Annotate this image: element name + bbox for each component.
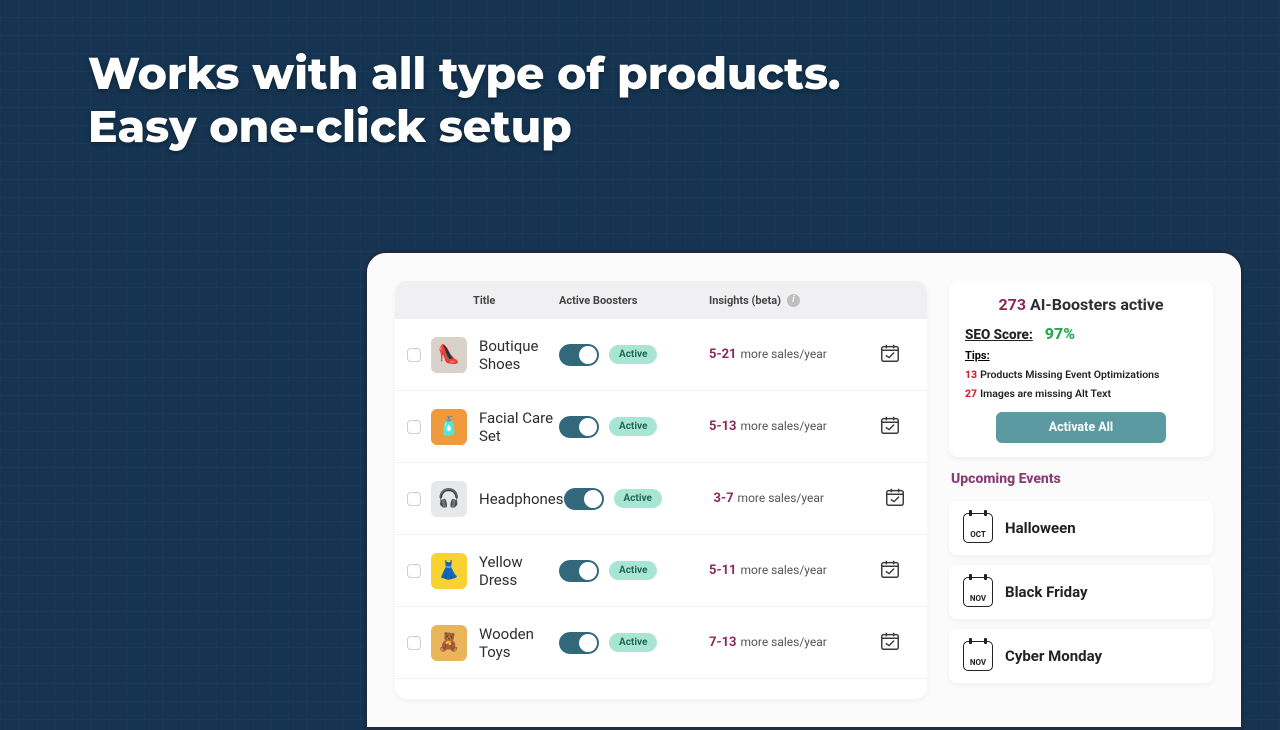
product-thumbnail: 🧸 — [431, 625, 467, 661]
insights-cell: 3-7more sales/year — [714, 491, 884, 506]
booster-toggle[interactable] — [559, 632, 599, 654]
table-row: 🧸Wooden Toys Active 7-13more sales/year — [395, 607, 927, 679]
calendar-icon[interactable] — [884, 486, 928, 512]
product-title: Wooden Toys — [473, 625, 559, 661]
booster-toggle[interactable] — [559, 344, 599, 366]
col-title: Title — [473, 294, 559, 307]
insights-cell: 5-21more sales/year — [709, 347, 879, 362]
product-title: Yellow Dress — [473, 553, 559, 589]
calendar-month-icon: NOV — [963, 577, 993, 607]
event-name: Black Friday — [1005, 583, 1088, 601]
booster-toggle[interactable] — [559, 560, 599, 582]
event-item[interactable]: OCT Halloween — [949, 501, 1213, 555]
tips-label: Tips: — [965, 349, 1197, 362]
row-checkbox[interactable] — [407, 564, 421, 578]
calendar-icon[interactable] — [879, 558, 927, 584]
table-row: 🧴Facial Care Set Active 5-13more sales/yea… — [395, 391, 927, 463]
calendar-icon[interactable] — [879, 414, 927, 440]
status-badge: Active — [609, 345, 657, 364]
product-thumbnail: 👗 — [431, 553, 467, 589]
insights-cell: 7-13more sales/year — [709, 635, 879, 650]
event-name: Cyber Monday — [1005, 647, 1102, 665]
status-badge: Active — [609, 633, 657, 652]
product-title: Boutique Shoes — [473, 337, 559, 373]
boosters-count-line: 273 AI-Boosters active — [965, 295, 1197, 314]
booster-toggle[interactable] — [559, 416, 599, 438]
hero-line-2: Easy one-click setup — [88, 101, 1200, 154]
insights-cell: 5-13more sales/year — [709, 419, 879, 434]
booster-toggle[interactable] — [564, 488, 604, 510]
table-row: 🎧 Headphones Active 3-7more sales/year — [395, 463, 927, 535]
activate-all-button[interactable]: Activate All — [996, 412, 1166, 443]
product-title: Facial Care Set — [473, 409, 559, 445]
hero-line-1: Works with all type of products. — [88, 48, 1200, 101]
tip-item: 13Products Missing Event Optimizations — [965, 368, 1197, 381]
calendar-icon[interactable] — [879, 342, 927, 368]
col-active-boosters: Active Boosters — [559, 294, 709, 307]
product-thumbnail: 👠 — [431, 337, 467, 373]
col-insights: Insights (beta) i — [709, 294, 879, 307]
row-checkbox[interactable] — [407, 420, 421, 434]
calendar-icon[interactable] — [879, 630, 927, 656]
status-badge: Active — [609, 561, 657, 580]
upcoming-events-title: Upcoming Events — [949, 471, 1213, 487]
sidebar: 273 AI-Boosters active SEO Score: 97% Ti… — [949, 281, 1213, 699]
hero-headline: Works with all type of products. Easy on… — [88, 48, 1200, 154]
insights-cell: 5-11more sales/year — [709, 563, 879, 578]
event-item[interactable]: NOV Cyber Monday — [949, 629, 1213, 683]
table-header: Title Active Boosters Insights (beta) i — [395, 281, 927, 319]
products-table: Title Active Boosters Insights (beta) i … — [395, 281, 927, 699]
seo-score-value: 97% — [1045, 324, 1075, 343]
product-title: Headphones — [473, 490, 564, 508]
table-row: 👗Yellow Dress Active 5-11more sales/year — [395, 535, 927, 607]
app-panel: Title Active Boosters Insights (beta) i … — [364, 250, 1244, 730]
calendar-month-icon: OCT — [963, 513, 993, 543]
info-icon[interactable]: i — [787, 294, 800, 307]
product-thumbnail: 🎧 — [431, 481, 467, 517]
event-item[interactable]: NOV Black Friday — [949, 565, 1213, 619]
status-badge: Active — [614, 489, 662, 508]
tip-item: 27Images are missing Alt Text — [965, 387, 1197, 400]
seo-score-label: SEO Score: — [965, 327, 1033, 343]
summary-card: 273 AI-Boosters active SEO Score: 97% Ti… — [949, 281, 1213, 457]
product-thumbnail: 🧴 — [431, 409, 467, 445]
event-name: Halloween — [1005, 519, 1076, 537]
status-badge: Active — [609, 417, 657, 436]
row-checkbox[interactable] — [407, 492, 421, 506]
calendar-month-icon: NOV — [963, 641, 993, 671]
row-checkbox[interactable] — [407, 348, 421, 362]
row-checkbox[interactable] — [407, 636, 421, 650]
table-row: 👠Boutique Shoes Active 5-21more sales/year — [395, 319, 927, 391]
